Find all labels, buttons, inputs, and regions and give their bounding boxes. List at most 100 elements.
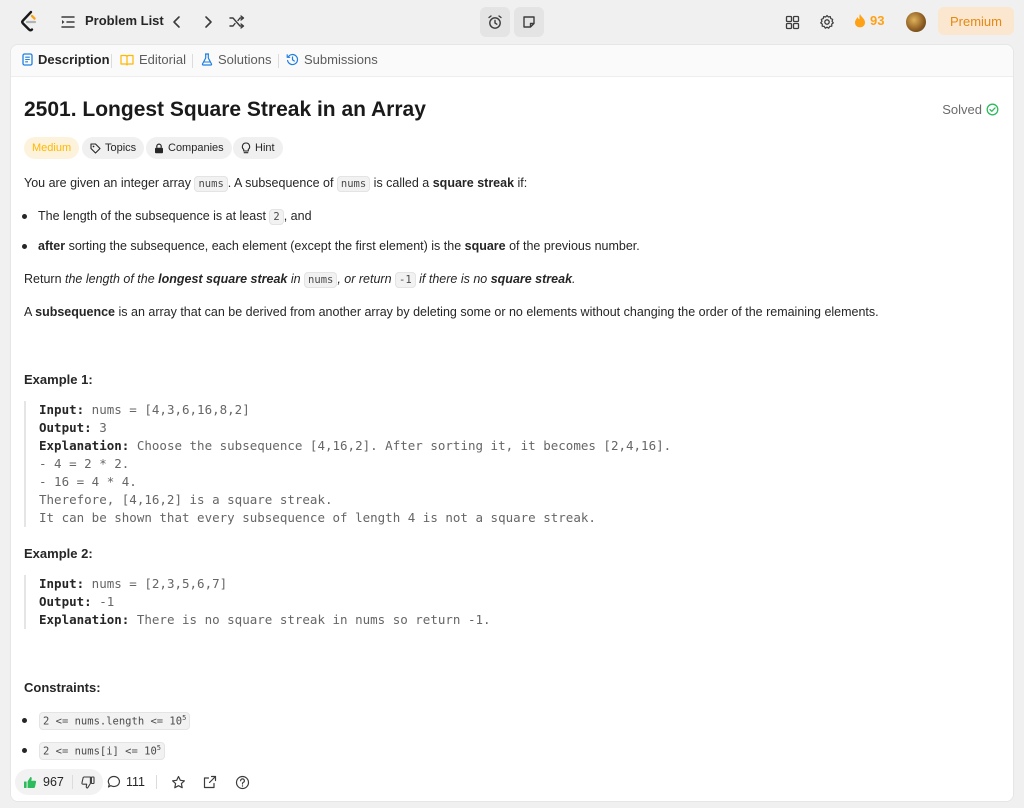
condition-item: after sorting the subsequence, each elem… — [38, 239, 640, 253]
external-link-icon — [203, 775, 217, 789]
text: if: — [514, 176, 528, 190]
explanation-label: Explanation: — [39, 612, 130, 627]
output-label: Output: — [39, 594, 92, 609]
like-count: 967 — [43, 775, 64, 789]
comment-icon — [107, 775, 120, 788]
lock-icon — [155, 143, 163, 153]
text: The length of the subsequence is at leas… — [38, 209, 270, 223]
input-value: nums = [4,3,6,16,8,2] — [84, 402, 250, 417]
bullet-marker — [22, 748, 27, 753]
constraint-exponent: 5 — [182, 714, 187, 722]
constraint-item: 2 <= nums.length <= 105 — [39, 712, 191, 730]
random-problem-button[interactable] — [227, 12, 247, 32]
constraint-item: 2 <= nums[i] <= 105 — [39, 742, 166, 760]
example-2-block: Input: nums = [2,3,5,6,7] Output: -1 Expla… — [24, 575, 491, 629]
like-button[interactable]: 967 — [15, 769, 72, 795]
prev-problem-button[interactable] — [167, 12, 187, 32]
premium-button[interactable]: Premium — [938, 7, 1014, 35]
inline-code: nums — [194, 176, 228, 192]
tab-description[interactable]: Description — [22, 52, 110, 67]
explanation-line: - 4 = 2 * 2. — [39, 456, 130, 471]
note-icon — [523, 16, 535, 28]
help-button[interactable] — [235, 769, 250, 795]
constraint-text: 2 <= nums[i] <= 10 — [43, 745, 157, 758]
streak-counter[interactable]: 93 — [854, 13, 884, 28]
example-1-title: Example 1: — [24, 372, 93, 387]
companies-chip[interactable]: Companies — [146, 137, 232, 159]
text: A — [24, 305, 36, 319]
leetcode-logo-icon[interactable] — [18, 10, 40, 34]
tab-solutions-label: Solutions — [218, 52, 272, 67]
example-line: Output: 3 — [39, 419, 671, 437]
bar-divider — [156, 775, 157, 789]
question-circle-icon — [235, 775, 250, 789]
bold-term: square streak — [432, 176, 515, 190]
grid-layout-icon — [785, 15, 799, 29]
example-2-title: Example 2: — [24, 546, 93, 561]
thumbs-up-icon — [24, 776, 37, 788]
problem-title[interactable]: 2501. Longest Square Streak in an Array — [24, 98, 426, 122]
tab-solutions[interactable]: Solutions — [201, 52, 271, 67]
constraint-text: 2 <= nums.length <= 10 — [43, 715, 183, 728]
explanation-value: Choose the subsequence [4,16,2]. After s… — [129, 438, 672, 453]
description-panel: Description Editorial Solutions Submissi… — [10, 44, 1014, 802]
bold-term: subsequence — [35, 305, 116, 319]
bold-term: square streak — [490, 272, 573, 286]
tab-divider — [111, 54, 112, 68]
chevron-left-icon — [173, 16, 180, 28]
hint-label: Hint — [255, 142, 275, 154]
topics-chip[interactable]: Topics — [82, 137, 145, 159]
constraints-title: Constraints: — [24, 680, 101, 695]
tab-editorial[interactable]: Editorial — [120, 52, 186, 67]
star-icon — [172, 775, 185, 788]
output-label: Output: — [39, 420, 92, 435]
inline-code: nums — [336, 176, 371, 192]
tab-submissions[interactable]: Submissions — [286, 52, 378, 67]
solved-status: Solved — [942, 102, 999, 117]
bold-term: after — [38, 239, 66, 253]
companies-label: Companies — [168, 142, 224, 154]
bullet-marker — [22, 718, 27, 723]
explanation-value: There is no square streak in nums so ret… — [129, 612, 491, 627]
text: , and — [283, 209, 312, 223]
comment-count: 111 — [126, 775, 146, 789]
settings-button[interactable] — [817, 12, 837, 32]
top-navbar: Problem List 93 Premium — [0, 0, 1024, 44]
solved-label: Solved — [942, 102, 982, 117]
text: in — [287, 272, 305, 286]
problem-list-icon[interactable] — [60, 14, 76, 30]
favorite-button[interactable] — [171, 769, 186, 795]
input-value: nums = [2,3,5,6,7] — [84, 576, 228, 591]
text: . A subsequence of — [227, 176, 337, 190]
example-line: Input: nums = [4,3,6,16,8,2] — [39, 401, 671, 419]
tab-divider — [278, 54, 279, 68]
lightbulb-icon — [241, 142, 251, 154]
tab-submissions-label: Submissions — [304, 52, 378, 67]
notes-button[interactable] — [514, 7, 544, 37]
timer-button[interactable] — [480, 7, 510, 37]
book-icon — [120, 54, 134, 66]
text: of the previous number. — [505, 239, 640, 253]
subsequence-definition: A subsequence is an array that can be de… — [24, 305, 879, 319]
history-icon — [286, 53, 299, 66]
return-paragraph: Return the length of the longest square … — [24, 272, 576, 288]
problem-list-link[interactable]: Problem List — [85, 13, 164, 28]
layout-button[interactable] — [782, 12, 802, 32]
description-icon — [22, 53, 33, 66]
share-button[interactable] — [203, 769, 217, 795]
next-problem-button[interactable] — [198, 12, 218, 32]
gear-icon — [820, 14, 834, 29]
inline-code: -1 — [395, 272, 416, 288]
comments-button[interactable]: 111 — [107, 769, 145, 795]
text: , or return — [337, 272, 396, 286]
tab-description-label: Description — [38, 52, 110, 67]
input-label: Input: — [39, 576, 85, 591]
inline-code: nums — [304, 272, 338, 288]
user-avatar[interactable] — [906, 12, 926, 32]
input-label: Input: — [39, 402, 85, 417]
difficulty-label: Medium — [32, 142, 72, 154]
constraint-exponent: 5 — [156, 744, 162, 752]
hint-chip[interactable]: Hint — [233, 137, 283, 159]
dislike-button[interactable] — [73, 769, 103, 795]
example-line: Output: -1 — [39, 593, 491, 611]
